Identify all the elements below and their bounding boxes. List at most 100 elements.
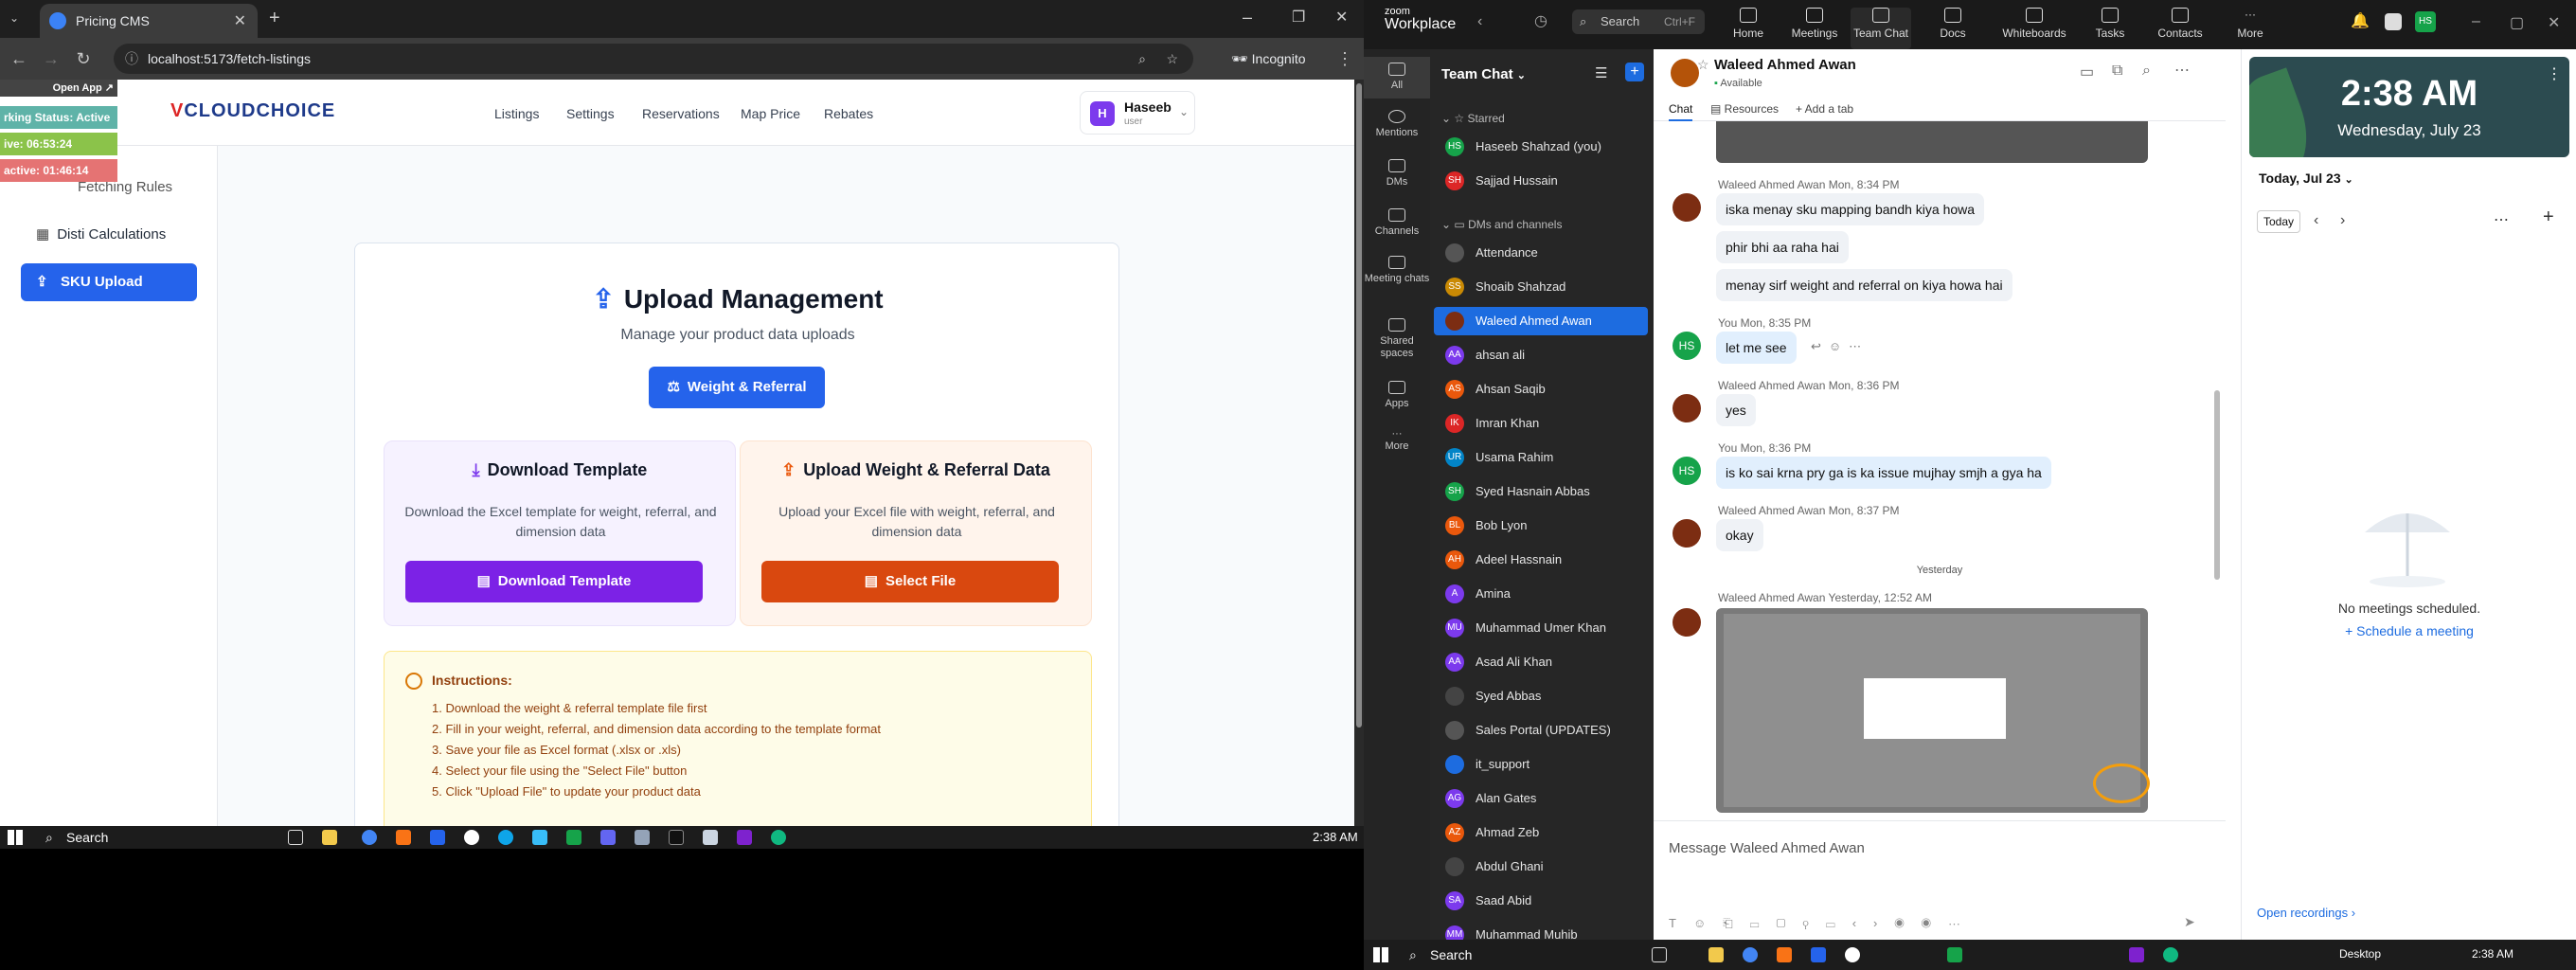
message-actions[interactable]: ↩☺⋯ xyxy=(1811,339,1869,354)
app-icon[interactable] xyxy=(1845,947,1860,962)
more-options-icon[interactable]: ⋯ xyxy=(2174,61,2190,80)
zoom-icon[interactable]: ⌕ xyxy=(1138,44,1146,74)
today-button[interactable]: Today xyxy=(2257,210,2300,233)
zoom-app-icon[interactable] xyxy=(1811,947,1826,962)
send-icon[interactable]: ➤ xyxy=(2184,914,2195,930)
chat-list-item[interactable]: AG Alan Gates xyxy=(1434,784,1648,813)
task-view-icon[interactable] xyxy=(1652,947,1667,962)
search-icon[interactable]: ⌕ xyxy=(2142,63,2151,80)
chat-list-item[interactable]: AA ahsan ali xyxy=(1434,341,1648,369)
cloudchoice-logo[interactable]: VCLOUDCHOICE xyxy=(170,100,335,122)
chat-list-item[interactable]: Waleed Ahmed Awan xyxy=(1434,307,1648,335)
tab-search-icon[interactable]: ⌄ xyxy=(9,11,19,25)
app-icon[interactable] xyxy=(669,830,684,845)
user-menu[interactable]: H Haseeb user ⌄ xyxy=(1080,91,1195,135)
chat-contact-name[interactable]: Waleed Ahmed Awan xyxy=(1714,57,1856,73)
weight-referral-button[interactable]: ⚖ Weight & Referral xyxy=(649,367,825,408)
chat-list-item[interactable]: AS Ahsan Saqib xyxy=(1434,375,1648,404)
chat-list-item[interactable]: UR Usama Rahim xyxy=(1434,443,1648,472)
message-composer[interactable]: Message Waleed Ahmed Awan T☺⎗▭▢⚲▭‹›◉◉⋯ ➤ xyxy=(1654,820,2226,940)
open-app-link[interactable]: Open App ↗ xyxy=(0,80,117,97)
chat-list-item[interactable]: Syed Abbas xyxy=(1434,682,1648,710)
date-selector[interactable]: Today, Jul 23 ⌄ xyxy=(2259,171,2353,186)
star-icon[interactable]: ☆ xyxy=(1697,57,1709,73)
maximize-icon[interactable]: ▢ xyxy=(2510,13,2524,32)
taskbar-clock[interactable]: 2:38 AM xyxy=(1313,830,1358,844)
rail-meeting-chats[interactable]: Meeting chats xyxy=(1364,256,1430,285)
app-icon[interactable] xyxy=(635,830,650,845)
add-meeting-icon[interactable]: + xyxy=(2543,207,2554,228)
nav-home[interactable]: Home xyxy=(1718,8,1779,40)
chat-list-item[interactable]: AA Asad Ali Khan xyxy=(1434,648,1648,676)
video-call-icon[interactable]: ▭ xyxy=(2080,63,2094,81)
chat-list-item[interactable]: IK Imran Khan xyxy=(1434,409,1648,438)
message-bubble[interactable]: let me see xyxy=(1716,332,1797,364)
sidebar-item-sku-upload[interactable]: ⇪ SKU Upload xyxy=(21,263,197,301)
browser-menu-icon[interactable]: ⋮ xyxy=(1335,49,1354,68)
browser-app-icon[interactable] xyxy=(1777,947,1792,962)
taskbar-search[interactable]: ⌕ Search xyxy=(38,828,273,847)
chat-list-item[interactable]: AH Adeel Hassnain xyxy=(1434,546,1648,574)
site-info-icon[interactable]: ⓘ xyxy=(125,44,138,74)
nav-listings[interactable]: Listings xyxy=(494,106,539,121)
zoom-search[interactable]: ⌕ Search Ctrl+F xyxy=(1572,9,1705,34)
nav-more[interactable]: ··· More xyxy=(2220,8,2281,40)
nav-team-chat[interactable]: Team Chat xyxy=(1851,8,1911,49)
download-template-button[interactable]: ▤ Download Template xyxy=(405,561,703,602)
back-icon[interactable]: ‹ xyxy=(1477,13,1482,30)
zoom-app-icon[interactable] xyxy=(430,830,445,845)
chat-list-item[interactable]: it_support xyxy=(1434,750,1648,779)
chat-list-item[interactable]: MM Muhammad Muhib xyxy=(1434,921,1648,940)
taskbar-search[interactable]: ⌕ Search xyxy=(1402,945,1637,964)
file-explorer-icon[interactable] xyxy=(322,830,337,845)
file-explorer-icon[interactable] xyxy=(1708,947,1724,962)
team-chat-heading[interactable]: Team Chat ⌄ xyxy=(1441,66,1526,82)
chat-scrollbar[interactable] xyxy=(2214,390,2220,580)
desktop-toolbar[interactable]: Desktop xyxy=(2339,947,2381,961)
profile-avatar[interactable]: HS xyxy=(2415,11,2436,32)
chat-list-item[interactable]: SH Syed Hasnain Abbas xyxy=(1434,477,1648,506)
chat-list-item[interactable]: HS Haseeb Shahzad (you) xyxy=(1434,133,1648,161)
rail-apps[interactable]: Apps xyxy=(1364,381,1430,410)
app-icon[interactable] xyxy=(2385,13,2402,30)
screen-share-icon[interactable]: ⧉ xyxy=(2112,63,2122,80)
nav-contacts[interactable]: Contacts xyxy=(2150,8,2210,40)
chat-list-item[interactable]: SA Saad Abid xyxy=(1434,887,1648,915)
message-bubble[interactable]: menay sirf weight and referral on kiya h… xyxy=(1716,269,2012,301)
previous-screenshot-attachment[interactable] xyxy=(1716,121,2148,163)
sidebar-item-disti-calculations[interactable]: ▦ Disti Calculations xyxy=(21,216,197,254)
edge-icon[interactable] xyxy=(2163,947,2178,962)
select-file-button[interactable]: ▤ Select File xyxy=(761,561,1059,602)
rail-more[interactable]: ··· More xyxy=(1364,428,1430,453)
new-tab-icon[interactable]: + xyxy=(269,8,280,29)
windows-start-icon[interactable] xyxy=(8,830,23,845)
rail-dms[interactable]: DMs xyxy=(1364,159,1430,189)
app-icon[interactable] xyxy=(532,830,547,845)
rail-all[interactable]: All xyxy=(1364,57,1430,99)
tab-resources[interactable]: ▤ Resources xyxy=(1710,102,1779,116)
prev-day-icon[interactable]: ‹ xyxy=(2314,212,2318,229)
windows-start-icon[interactable] xyxy=(1373,947,1388,962)
nav-whiteboards[interactable]: Whiteboards xyxy=(1995,8,2074,40)
rail-channels[interactable]: Channels xyxy=(1364,208,1430,238)
history-icon[interactable]: ◷ xyxy=(1534,11,1547,30)
message-bubble[interactable]: phir bhi aa raha hai xyxy=(1716,231,1849,263)
app-icon[interactable] xyxy=(464,830,479,845)
excel-icon[interactable] xyxy=(1947,947,1962,962)
nav-map-price[interactable]: Map Price xyxy=(741,106,800,121)
browser-tab[interactable]: Pricing CMS ✕ xyxy=(40,4,258,38)
more-options-icon[interactable]: ⋯ xyxy=(2494,210,2509,229)
nav-rebates[interactable]: Rebates xyxy=(824,106,873,121)
message-bubble[interactable]: okay xyxy=(1716,519,1763,551)
chat-list-item[interactable]: A Amina xyxy=(1434,580,1648,608)
app-icon[interactable] xyxy=(600,830,616,845)
nav-settings[interactable]: Settings xyxy=(566,106,615,121)
nav-docs[interactable]: Docs xyxy=(1923,8,1983,40)
chat-list-item[interactable]: AZ Ahmad Zeb xyxy=(1434,818,1648,847)
nav-reservations[interactable]: Reservations xyxy=(642,106,720,121)
chat-list-item[interactable]: SS Shoaib Shahzad xyxy=(1434,273,1648,301)
tab-chat[interactable]: Chat xyxy=(1669,102,1693,121)
starred-section-label[interactable]: ⌄ ☆ Starred xyxy=(1441,112,1505,125)
dms-section-label[interactable]: ⌄ ▭ DMs and channels xyxy=(1441,218,1562,231)
browser-app-icon[interactable] xyxy=(396,830,411,845)
